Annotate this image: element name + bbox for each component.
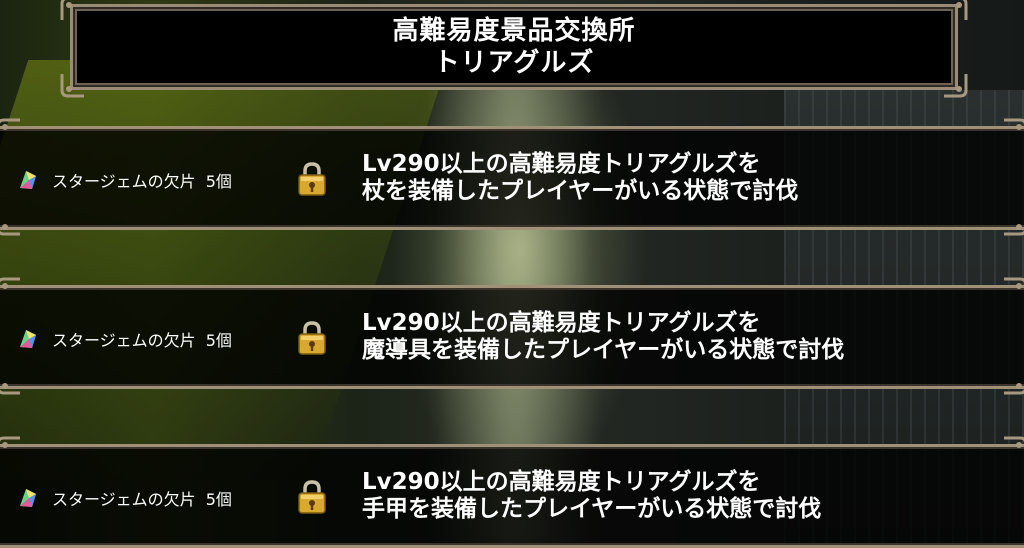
ornament-corner-icon: [1002, 210, 1024, 236]
reward-item: スタージェムの欠片 5個: [16, 486, 232, 510]
reward-item-name: スタージェムの欠片: [52, 331, 196, 350]
reward-row[interactable]: スタージェムの欠片 5個 Lv290以上の高難易度トリアグルズを 魔導具を装備し…: [0, 285, 1024, 389]
background-wall-left: [0, 60, 449, 480]
reward-item: スタージェムの欠片 5個: [16, 168, 232, 192]
ornament-corner-icon: [1002, 436, 1024, 462]
title-line-1: 高難易度景品交換所: [392, 16, 636, 46]
star-gem-shard-icon: [16, 168, 40, 192]
ornament-corner-icon: [942, 72, 968, 98]
ornament-corner-icon: [1002, 369, 1024, 395]
reward-row[interactable]: スタージェムの欠片 5個 Lv290以上の高難易度トリアグルズを 杖を装備したプ…: [0, 126, 1024, 230]
reward-row[interactable]: スタージェムの欠片 5個 Lv290以上の高難易度トリアグルズを 手甲を装備した…: [0, 444, 1024, 548]
unlock-condition-line-2: 杖を装備したプレイヤーがいる状態で討伐: [362, 178, 799, 204]
unlock-condition-line-2: 魔導具を装備したプレイヤーがいる状態で討伐: [362, 337, 845, 363]
ornament-corner-icon: [60, 72, 86, 98]
reward-item-count: 5個: [205, 331, 232, 350]
ornament-corner-icon: [0, 369, 22, 395]
ornament-corner-icon: [1002, 118, 1024, 144]
unlock-condition: Lv290以上の高難易度トリアグルズを 手甲を装備したプレイヤーがいる状態で討伐: [362, 469, 1002, 523]
unlock-condition-line-1: Lv290以上の高難易度トリアグルズを: [362, 151, 761, 177]
padlock-icon: [296, 479, 328, 515]
unlock-condition: Lv290以上の高難易度トリアグルズを 魔導具を装備したプレイヤーがいる状態で討…: [362, 310, 1002, 364]
unlock-condition-line-2: 手甲を装備したプレイヤーがいる状態で討伐: [362, 496, 822, 522]
ornament-corner-icon: [942, 0, 968, 22]
ornament-corner-icon: [0, 277, 22, 303]
star-gem-shard-icon: [16, 486, 40, 510]
ornament-corner-icon: [0, 210, 22, 236]
ornament-corner-icon: [60, 0, 86, 22]
unlock-condition: Lv290以上の高難易度トリアグルズを 杖を装備したプレイヤーがいる状態で討伐: [362, 151, 1002, 205]
reward-item-name: スタージェムの欠片: [52, 490, 196, 509]
unlock-condition-line-1: Lv290以上の高難易度トリアグルズを: [362, 310, 761, 336]
star-gem-shard-icon: [16, 327, 40, 351]
reward-item-name: スタージェムの欠片: [52, 172, 196, 191]
ornament-corner-icon: [0, 436, 22, 462]
reward-item: スタージェムの欠片 5個: [16, 327, 232, 351]
ornament-corner-icon: [0, 118, 22, 144]
padlock-icon: [296, 161, 328, 197]
ornament-corner-icon: [1002, 277, 1024, 303]
unlock-condition-line-1: Lv290以上の高難易度トリアグルズを: [362, 469, 761, 495]
padlock-icon: [296, 320, 328, 356]
reward-item-count: 5個: [205, 172, 232, 191]
title-plate: 高難易度景品交換所 トリアグルズ: [70, 4, 958, 90]
title-line-2: トリアグルズ: [433, 48, 595, 78]
reward-item-count: 5個: [205, 490, 232, 509]
